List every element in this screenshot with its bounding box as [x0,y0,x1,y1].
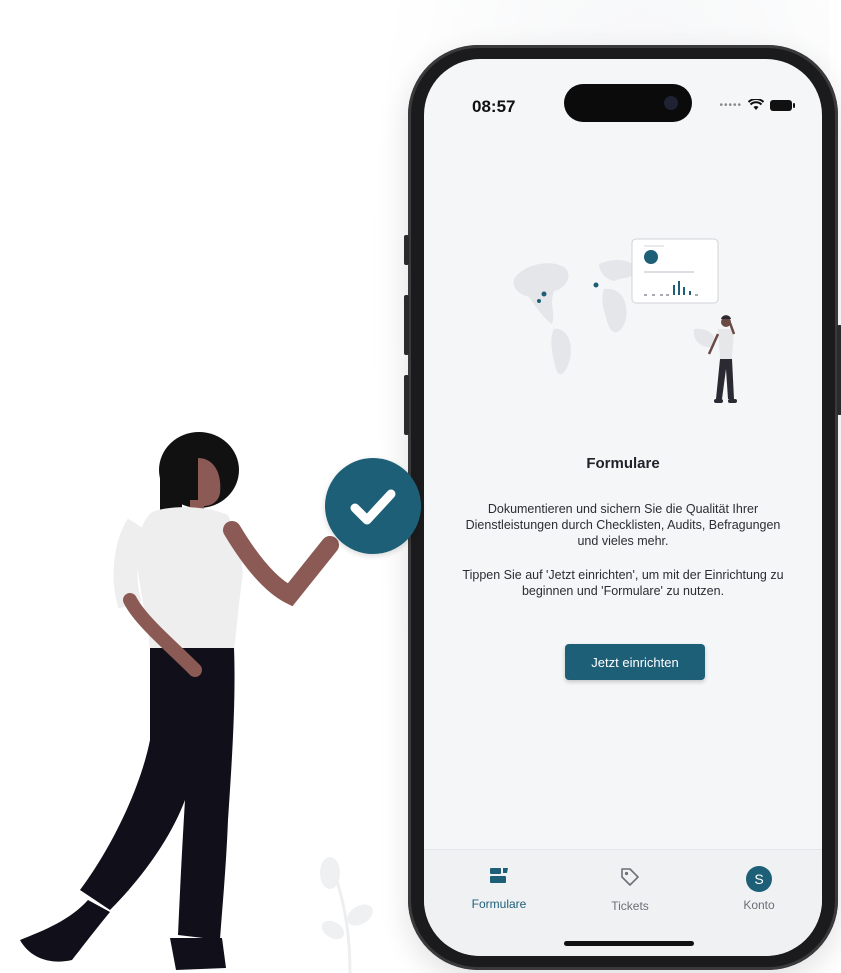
phone-screen: 08:57 ••••• Formulare Dokumentieren und … [424,59,822,956]
page-title: Formulare [586,455,660,472]
tab-label: Konto [743,898,775,912]
tab-konto[interactable]: S Konto [714,866,804,912]
phone-side-button [404,295,409,355]
tab-bar: Formulare Tickets S Konto [424,849,822,956]
tag-icon [621,868,639,886]
dynamic-island [564,84,692,122]
description-text: Dokumentieren und sichern Sie die Qualit… [465,502,781,548]
check-badge [325,458,421,554]
tab-label: Formulare [471,897,527,911]
signal-icon: ••••• [719,99,742,111]
phone-side-button [404,235,409,265]
tab-formulare[interactable]: Formulare [454,866,544,911]
status-icons: ••••• [719,99,795,111]
camera-icon [664,96,678,110]
tab-label: Tickets [611,899,649,913]
instruction-text: Tippen Sie auf 'Jetzt einrichten', um mi… [462,568,784,598]
phone-side-button [837,325,841,415]
forms-illustration [513,238,737,403]
check-icon [350,489,396,525]
marketing-stage: 08:57 ••••• Formulare Dokumentieren und … [0,0,841,973]
status-time: 08:57 [472,97,516,116]
home-indicator [564,941,694,946]
phone-mockup: 08:57 ••••• Formulare Dokumentieren und … [404,45,841,970]
tab-tickets[interactable]: Tickets [585,866,675,913]
battery-icon [770,99,795,111]
wifi-icon [748,99,764,110]
forms-icon [490,868,508,883]
setup-button[interactable]: Jetzt einrichten [565,644,705,680]
avatar: S [746,866,772,892]
